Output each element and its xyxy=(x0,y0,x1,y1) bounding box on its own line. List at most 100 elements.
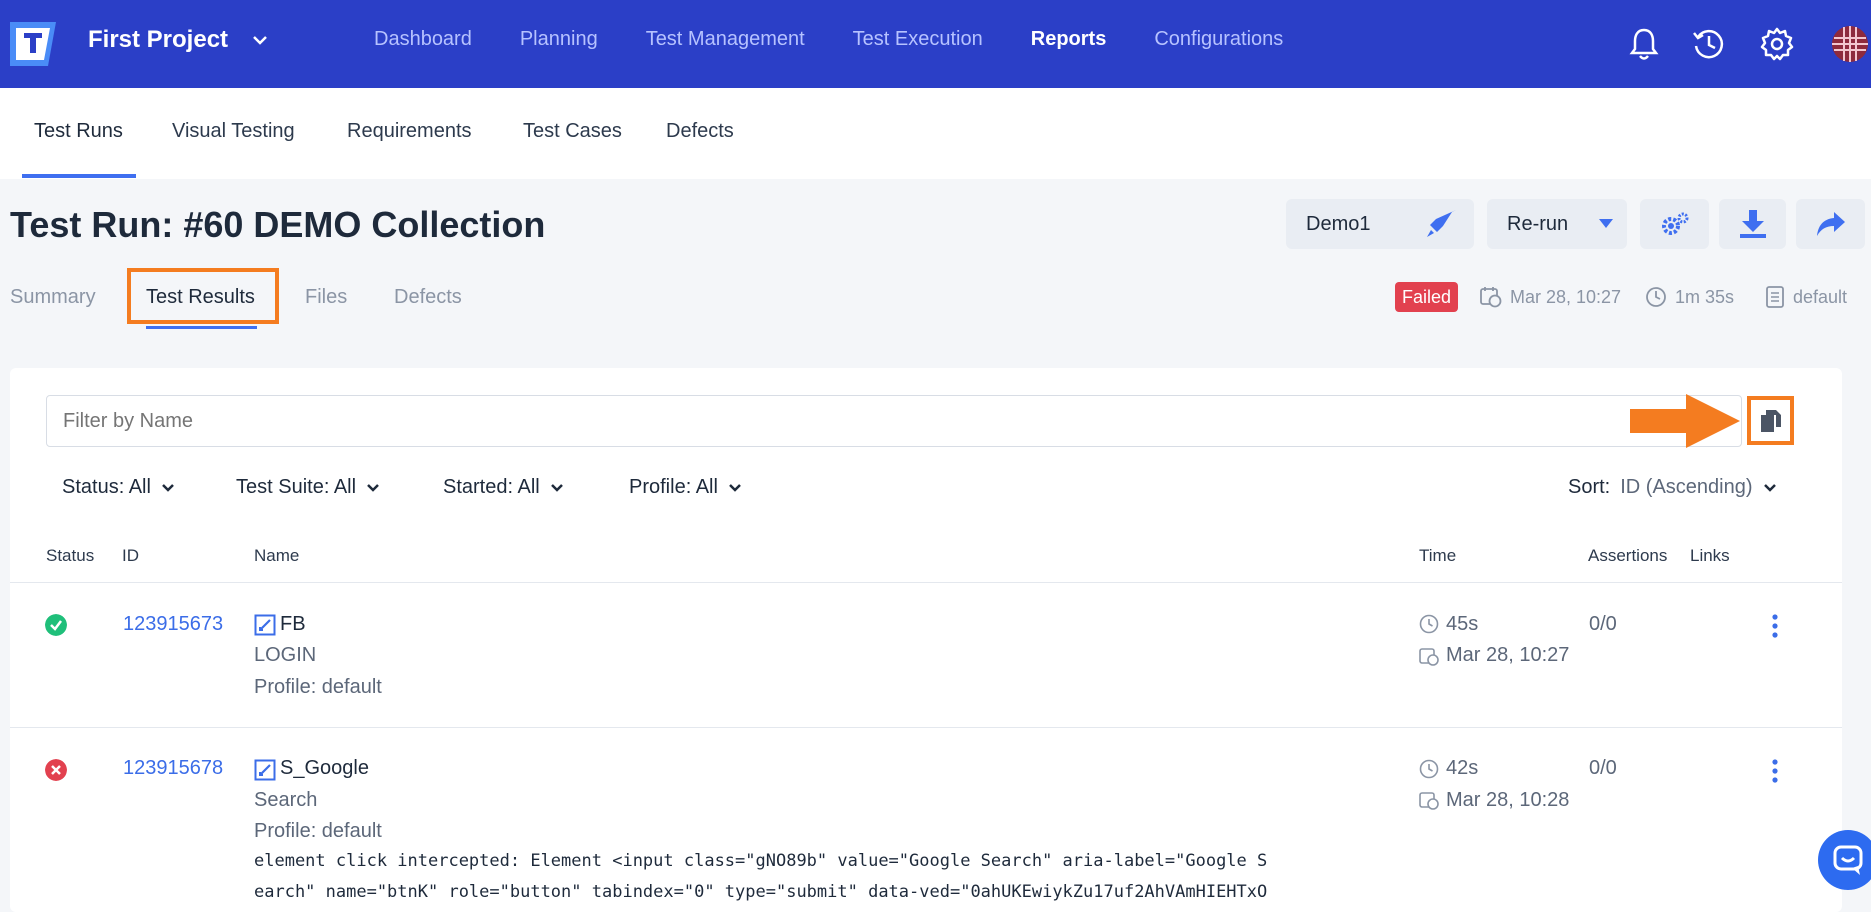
run-duration: 1m 35s xyxy=(1645,286,1734,308)
external-link-icon[interactable] xyxy=(254,614,276,636)
caret-down-icon[interactable] xyxy=(1599,219,1613,229)
test-duration: 42s xyxy=(1446,757,1479,779)
suite-filter-label: Test Suite: All xyxy=(236,476,357,498)
share-button[interactable] xyxy=(1796,199,1865,249)
avatar[interactable] xyxy=(1830,24,1871,64)
sort-value: ID (Ascending) xyxy=(1620,476,1753,498)
status-badge: Failed xyxy=(1395,282,1459,312)
tab-files[interactable]: Files xyxy=(305,286,347,309)
clock-icon xyxy=(1646,287,1666,307)
status-filter-label: Status: All xyxy=(62,476,151,498)
page-title: Test Run: #60 DEMO Collection xyxy=(10,204,546,245)
test-profile: Profile: default xyxy=(254,676,382,698)
calendar-clock-icon xyxy=(1480,287,1502,308)
project-selector[interactable]: First Project xyxy=(88,26,270,54)
tab-test-cases[interactable]: Test Cases xyxy=(523,120,622,143)
test-id-link[interactable]: 123915678 xyxy=(123,757,223,780)
nav-test-execution[interactable]: Test Execution xyxy=(853,28,983,51)
passed-status-icon xyxy=(45,614,67,636)
app-logo[interactable] xyxy=(10,22,56,66)
col-time[interactable]: Time xyxy=(1419,546,1456,566)
demo-run-button[interactable]: Demo1 xyxy=(1286,199,1474,249)
chevron-down-icon xyxy=(1763,483,1776,492)
chevron-down-icon xyxy=(253,36,267,45)
rerun-button[interactable]: Re-run xyxy=(1487,199,1627,249)
nav-dashboard[interactable]: Dashboard xyxy=(374,28,472,51)
test-assertions: 0/0 xyxy=(1589,613,1617,635)
col-id[interactable]: ID xyxy=(122,546,139,566)
active-tab-indicator xyxy=(22,174,136,178)
nav-reports[interactable]: Reports xyxy=(1031,28,1107,51)
rocket-icon xyxy=(1427,210,1456,237)
bell-icon[interactable] xyxy=(1624,24,1664,64)
tab-defects[interactable]: Defects xyxy=(666,120,734,143)
test-date: Mar 28, 10:27 xyxy=(1446,644,1570,666)
filter-input[interactable] xyxy=(46,395,1742,447)
gear-icon[interactable] xyxy=(1757,24,1797,64)
demo-label: Demo1 xyxy=(1306,212,1371,235)
tab-summary[interactable]: Summary xyxy=(10,286,96,309)
error-message-line: earch" name="btnK" role="button" tabinde… xyxy=(254,882,1268,902)
divider xyxy=(10,582,1842,583)
support-chat-button[interactable] xyxy=(1818,830,1871,890)
top-navbar: First Project Dashboard Planning Test Ma… xyxy=(0,0,1871,88)
col-assertions: Assertions xyxy=(1588,546,1668,565)
project-name: First Project xyxy=(88,26,229,53)
started-filter-label: Started: All xyxy=(443,476,540,498)
nav-test-management[interactable]: Test Management xyxy=(646,28,805,51)
test-suite: LOGIN xyxy=(254,644,317,666)
run-date-text: Mar 28, 10:27 xyxy=(1510,286,1622,307)
sub-nav: Test Runs Visual Testing Requirements Te… xyxy=(0,88,1871,179)
more-options-icon[interactable] xyxy=(1772,759,1778,783)
tab-requirements[interactable]: Requirements xyxy=(347,120,472,143)
main-nav: Dashboard Planning Test Management Test … xyxy=(374,28,1331,51)
test-assertions: 0/0 xyxy=(1589,757,1617,779)
suite-filter-dropdown[interactable]: Test Suite: All xyxy=(236,476,380,499)
document-icon xyxy=(1766,286,1784,308)
col-name[interactable]: Name xyxy=(254,546,299,566)
history-icon[interactable] xyxy=(1689,24,1729,64)
col-status: Status xyxy=(46,546,95,565)
status-filter-dropdown[interactable]: Status: All xyxy=(62,476,175,499)
run-duration-text: 1m 35s xyxy=(1675,286,1735,307)
error-message-line: element click intercepted: Element <inpu… xyxy=(254,851,1268,871)
share-icon xyxy=(1816,212,1845,236)
cogs-icon xyxy=(1661,212,1688,235)
tab-run-defects[interactable]: Defects xyxy=(394,286,462,309)
calendar-clock-icon xyxy=(1419,648,1439,666)
col-links: Links xyxy=(1690,546,1730,565)
test-name[interactable]: S_Google xyxy=(280,757,369,780)
test-duration: 45s xyxy=(1446,613,1479,635)
tab-test-runs[interactable]: Test Runs xyxy=(34,120,123,143)
configure-button[interactable] xyxy=(1640,199,1709,249)
profile-filter-label: Profile: All xyxy=(629,476,718,498)
failed-status-icon xyxy=(45,759,67,781)
divider xyxy=(10,727,1842,728)
clock-icon xyxy=(1419,614,1439,634)
nav-planning[interactable]: Planning xyxy=(520,28,598,51)
rerun-label: Re-run xyxy=(1507,212,1569,235)
sort-dropdown[interactable]: Sort: ID (Ascending) xyxy=(1568,476,1777,499)
run-date: Mar 28, 10:27 xyxy=(1480,286,1621,308)
started-filter-dropdown[interactable]: Started: All xyxy=(443,476,564,499)
test-name[interactable]: FB xyxy=(280,613,306,636)
chat-icon xyxy=(1833,845,1863,875)
test-suite: Search xyxy=(254,789,318,811)
clock-icon xyxy=(1419,759,1439,779)
more-options-icon[interactable] xyxy=(1772,614,1778,638)
copy-button[interactable] xyxy=(1747,396,1794,445)
external-link-icon[interactable] xyxy=(254,759,276,781)
test-id-link[interactable]: 123915673 xyxy=(123,613,223,636)
calendar-clock-icon xyxy=(1419,792,1439,810)
nav-configurations[interactable]: Configurations xyxy=(1154,28,1283,51)
download-button[interactable] xyxy=(1719,199,1786,249)
tab-visual-testing[interactable]: Visual Testing xyxy=(172,120,295,143)
test-results-highlight xyxy=(127,268,279,324)
test-profile: Profile: default xyxy=(254,820,382,842)
profile-filter-dropdown[interactable]: Profile: All xyxy=(629,476,742,499)
chevron-down-icon xyxy=(162,483,174,492)
pointer-arrow-annotation xyxy=(1630,394,1740,448)
run-profile: default xyxy=(1765,286,1847,308)
copy-icon xyxy=(1760,409,1781,432)
run-profile-text: default xyxy=(1793,286,1848,307)
